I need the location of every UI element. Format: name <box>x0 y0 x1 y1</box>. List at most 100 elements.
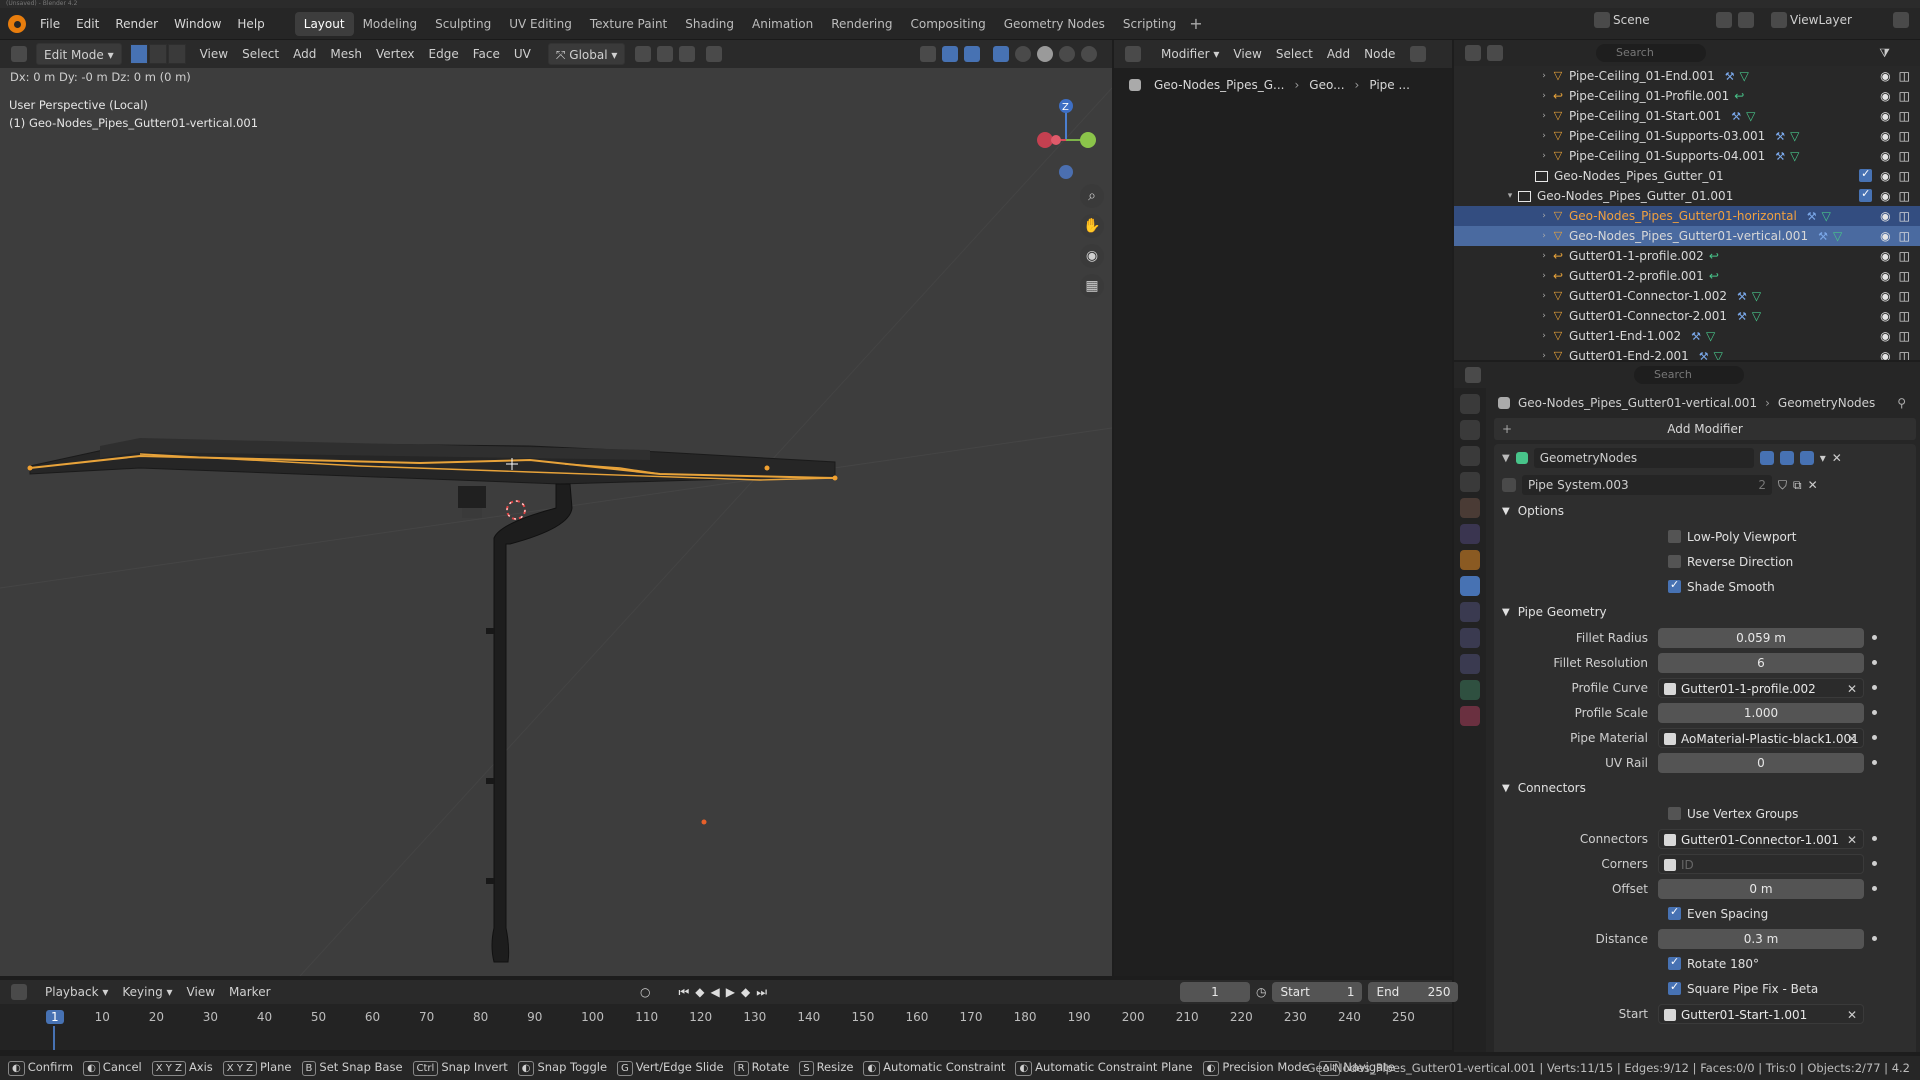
node-menu-select[interactable]: Select <box>1269 43 1320 65</box>
outliner-row[interactable]: › ▽ Gutter1-End-1.002 ⚒ ▽ ◉ ◫ <box>1454 326 1920 346</box>
play-reverse-icon[interactable]: ◀ <box>711 985 720 999</box>
property-reference-field[interactable]: ID <box>1658 853 1864 874</box>
timeline-area[interactable]: 1 10 20 30 40 50 60 70 80 90 100 110 120 130 140 150 160… <box>0 1004 1452 1050</box>
overlay-icon[interactable] <box>964 46 980 62</box>
mesh-data-icon[interactable]: ▽ <box>1714 349 1723 360</box>
modifier-wrench-icon[interactable]: ⚒ <box>1807 210 1817 223</box>
expand-chevron-icon[interactable]: › <box>1539 251 1549 261</box>
view-layer-tab-icon[interactable] <box>1460 472 1480 492</box>
camera-render-icon[interactable]: ◫ <box>1899 109 1910 123</box>
outliner-row[interactable]: › ▽ Pipe-Ceiling_01-Supports-04.001 ⚒ ▽ ◉ ◫ <box>1454 146 1920 166</box>
material-shading-icon[interactable] <box>1059 46 1075 62</box>
viewport-menu-uv[interactable]: UV <box>507 43 538 65</box>
editmode-toggle-icon[interactable] <box>1759 451 1774 465</box>
new-scene-icon[interactable] <box>1738 12 1754 28</box>
eye-icon[interactable]: ◉ <box>1880 129 1890 143</box>
render-tab-icon[interactable] <box>1460 420 1480 440</box>
outliner-item-name[interactable]: Gutter1-End-1.002 <box>1569 329 1681 343</box>
modifier-wrench-icon[interactable]: ⚒ <box>1737 310 1747 323</box>
mesh-data-icon[interactable]: ▽ <box>1790 149 1799 163</box>
expand-chevron-icon[interactable]: › <box>1539 331 1549 341</box>
particles-tab-icon[interactable] <box>1460 602 1480 622</box>
checkbox-box[interactable] <box>1668 905 1681 920</box>
gizmo-icon[interactable] <box>942 46 958 62</box>
viewport-menu-view[interactable]: View <box>193 43 235 65</box>
collapse-chevron-icon[interactable]: ▼ <box>1502 453 1510 464</box>
mesh-data-icon[interactable]: ▽ <box>1752 309 1761 323</box>
tab-modeling[interactable]: Modeling <box>354 12 427 36</box>
duplicate-icon[interactable]: ⧉ <box>1793 478 1802 493</box>
tab-scripting[interactable]: Scripting <box>1114 12 1185 36</box>
3d-viewport[interactable]: Dx: 0 m Dy: -0 m Dz: 0 m (0 m) User Pers… <box>0 68 1112 976</box>
viewport-toggle-icon[interactable] <box>1779 451 1794 465</box>
ortho-grid-icon[interactable]: ▦ <box>1080 274 1104 298</box>
outliner-editor-icon[interactable] <box>1465 45 1481 61</box>
tab-rendering[interactable]: Rendering <box>822 12 901 36</box>
option-checkbox[interactable]: Shade Smooth <box>1494 574 1916 599</box>
outliner-row[interactable]: › ↩ Gutter01-2-profile.001 ↩ ◉ ◫ <box>1454 266 1920 286</box>
timeline-editor-icon[interactable] <box>11 984 27 1000</box>
outliner-row[interactable]: › ▽ Gutter01-End-2.001 ⚒ ▽ ◉ ◫ <box>1454 346 1920 360</box>
camera-render-icon[interactable]: ◫ <box>1899 249 1910 263</box>
expand-chevron-icon[interactable]: › <box>1539 151 1549 161</box>
properties-search-input[interactable]: Search <box>1634 366 1744 384</box>
viewport-menu-mesh[interactable]: Mesh <box>323 43 369 65</box>
property-input[interactable]: 1.000 <box>1658 702 1864 723</box>
camera-render-icon[interactable]: ◫ <box>1899 129 1910 143</box>
material-tab-icon[interactable] <box>1460 706 1480 726</box>
outliner-row[interactable]: ▾Geo-Nodes_Pipes_Gutter_01.001◉◫ <box>1454 186 1920 206</box>
expand-chevron-icon[interactable]: ▾ <box>1505 191 1515 201</box>
clock-icon[interactable]: ◷ <box>1256 985 1266 999</box>
outliner-item-name[interactable]: Gutter01-1-profile.002 <box>1569 249 1704 263</box>
tool-tab-icon[interactable] <box>1460 394 1480 414</box>
keyframe-dot-icon[interactable] <box>1872 936 1877 941</box>
mesh-data-icon[interactable]: ▽ <box>1752 289 1761 303</box>
start-frame-input[interactable]: Start 1 <box>1272 982 1363 1002</box>
property-input[interactable]: 0 <box>1658 752 1864 773</box>
camera-render-icon[interactable]: ◫ <box>1899 189 1910 203</box>
physics-tab-icon[interactable] <box>1460 628 1480 648</box>
eye-icon[interactable]: ◉ <box>1880 349 1890 360</box>
outliner-search-input[interactable]: Search <box>1596 44 1706 62</box>
outliner-item-name[interactable]: Geo-Nodes_Pipes_Gutter01-vertical.001 <box>1569 229 1808 243</box>
tab-geometry-nodes[interactable]: Geometry Nodes <box>995 12 1114 36</box>
pin-scene-icon[interactable] <box>1716 12 1732 28</box>
eye-icon[interactable]: ◉ <box>1880 249 1890 263</box>
viewlayer-name[interactable]: ViewLayer <box>1790 13 1890 27</box>
modifier-wrench-icon[interactable]: ⚒ <box>1725 70 1735 83</box>
tab-compositing[interactable]: Compositing <box>901 12 994 36</box>
new-viewlayer-icon[interactable] <box>1893 12 1909 28</box>
breadcrumb-object[interactable]: Geo-Nodes_Pipes_G... <box>1154 78 1284 92</box>
output-tab-icon[interactable] <box>1460 446 1480 466</box>
property-input[interactable]: 6 <box>1658 652 1864 673</box>
constraints-tab-icon[interactable] <box>1460 654 1480 674</box>
record-icon[interactable]: ○ <box>640 985 650 999</box>
jump-end-icon[interactable]: ⏭ <box>756 985 767 1000</box>
camera-render-icon[interactable]: ◫ <box>1899 149 1910 163</box>
modifier-wrench-icon[interactable]: ⚒ <box>1775 150 1785 163</box>
use-vertex-groups-checkbox[interactable]: Use Vertex Groups <box>1494 801 1916 826</box>
connectors-section-header[interactable]: ▼ Connectors <box>1494 775 1916 801</box>
outliner-row[interactable]: › ▽ Gutter01-Connector-1.002 ⚒ ▽ ◉ ◫ <box>1454 286 1920 306</box>
clear-icon[interactable]: ✕ <box>1847 679 1857 699</box>
node-menu-add[interactable]: Add <box>1320 43 1357 65</box>
play-icon[interactable]: ▶ <box>726 985 735 999</box>
pipe-geometry-section-header[interactable]: ▼ Pipe Geometry <box>1494 599 1916 625</box>
camera-render-icon[interactable]: ◫ <box>1899 69 1910 83</box>
outliner-item-name[interactable]: Pipe-Ceiling_01-End.001 <box>1569 69 1715 83</box>
keyframe-dot-icon[interactable] <box>1872 836 1877 841</box>
render-toggle-icon[interactable] <box>1799 451 1814 465</box>
eye-icon[interactable]: ◉ <box>1880 229 1890 243</box>
outliner-item-name[interactable]: Gutter01-End-2.001 <box>1569 349 1689 360</box>
property-reference-field[interactable]: Gutter01-1-profile.002 ✕ <box>1658 677 1864 699</box>
node-editor-type-icon[interactable] <box>1125 46 1141 62</box>
eye-icon[interactable]: ◉ <box>1880 209 1890 223</box>
remove-modifier-icon[interactable]: ✕ <box>1832 451 1842 465</box>
camera-render-icon[interactable]: ◫ <box>1899 289 1910 303</box>
checkbox-box[interactable] <box>1668 955 1681 970</box>
checkbox-box[interactable] <box>1668 980 1681 995</box>
vertex-select-icon[interactable] <box>129 44 148 64</box>
camera-render-icon[interactable]: ◫ <box>1899 269 1910 283</box>
viewport-menu-vertex[interactable]: Vertex <box>369 43 422 65</box>
tab-uv-editing[interactable]: UV Editing <box>500 12 581 36</box>
